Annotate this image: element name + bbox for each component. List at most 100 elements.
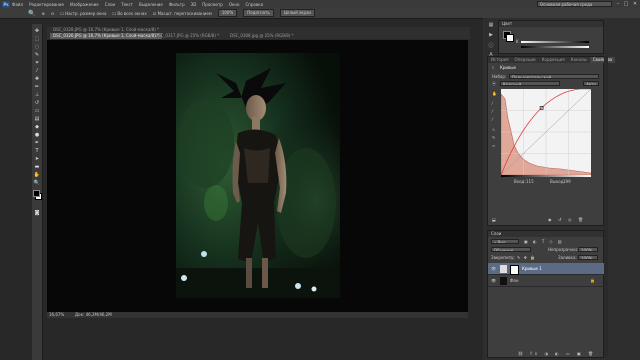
input-value[interactable]: 115 <box>526 179 534 184</box>
zoom-level[interactable]: 16,67% <box>49 312 64 318</box>
zoom-tool-icon-2[interactable]: 🔍 <box>33 180 41 187</box>
minimize-button[interactable]: – <box>614 0 622 8</box>
zoom-in-icon[interactable]: ⊕ <box>41 11 44 16</box>
zoom-tool-icon[interactable]: 🔍 <box>28 10 35 17</box>
gray-point-eyedropper-icon[interactable]: ⁄ <box>492 109 493 114</box>
color-slider[interactable] <box>521 41 589 43</box>
menu-3d[interactable]: 3D <box>191 2 197 7</box>
layer-filter-select[interactable]: ⌕ Вид <box>491 239 519 244</box>
menu-edit[interactable]: Редактирование <box>29 2 64 7</box>
layer-name[interactable]: Кривые 1 <box>522 266 542 271</box>
zoom-out-icon[interactable]: ⊖ <box>51 11 54 16</box>
photo[interactable] <box>176 53 340 298</box>
scrubby-zoom-option[interactable]: ☑ Масшт. перетаскиванием <box>153 11 212 16</box>
auto-button[interactable]: Авто <box>583 81 599 86</box>
view-previous-icon[interactable]: ◉ <box>548 217 552 222</box>
actions-panel-icon[interactable]: ▶ <box>487 32 495 40</box>
type-tool-icon[interactable]: T <box>33 148 41 155</box>
blend-mode-select[interactable]: Обычные <box>491 247 531 252</box>
layer-filter-icons[interactable]: ▣ ◐ T ◇ ▧ <box>524 239 564 244</box>
marquee-tool-icon[interactable]: ⬚ <box>33 36 41 43</box>
stamp-tool-icon[interactable]: ⊥ <box>33 92 41 99</box>
color-panel-tab[interactable]: Цвет <box>499 21 603 27</box>
resize-windows-option[interactable]: ☐ Настр. размер окна <box>60 11 106 16</box>
menu-view[interactable]: Просмотр <box>202 2 223 7</box>
actual-pixels-button[interactable]: 100% <box>217 9 238 17</box>
layer-mask-thumbnail[interactable] <box>510 265 519 275</box>
doc-tab-4[interactable]: DSC_0308.jpg @ 25% (RGB/8) * <box>227 33 297 39</box>
menu-filter[interactable]: Фильтр <box>169 2 185 7</box>
menu-window[interactable]: Окно <box>229 2 240 7</box>
eraser-tool-icon[interactable]: ▭ <box>33 108 41 115</box>
menu-type[interactable]: Текст <box>121 2 133 7</box>
eyedropper-tool-icon[interactable]: ⁄ <box>33 68 41 75</box>
dodge-tool-icon[interactable]: ● <box>33 132 41 139</box>
quick-select-tool-icon[interactable]: ✎ <box>33 52 41 59</box>
color-ramp[interactable] <box>521 46 589 48</box>
reset-icon[interactable]: ↺ <box>558 217 561 222</box>
black-point-eyedropper-icon[interactable]: ⁄ <box>492 101 493 106</box>
info-panel-icon[interactable]: ⓘ <box>487 42 495 50</box>
opacity-input[interactable]: 100% <box>578 247 598 252</box>
layers-panel-tab[interactable]: Слои <box>488 231 603 237</box>
tab-properties[interactable]: Свойства <box>589 57 616 63</box>
preset-select[interactable]: Пользовательский <box>509 74 599 79</box>
background-swatch[interactable] <box>506 34 514 42</box>
visibility-eye-icon[interactable]: 👁 <box>491 266 496 271</box>
on-image-adjust-icon[interactable]: ✋ <box>492 91 497 96</box>
layer-filter-kind: Вид <box>497 240 506 244</box>
history-brush-tool-icon[interactable]: ↺ <box>33 100 41 107</box>
workspace-select[interactable]: Основная рабочая среда <box>537 1 612 7</box>
doc-tab-3[interactable]: DSC_0317.JPG @ 25% (RGB/8) * <box>152 33 222 39</box>
menu-layers[interactable]: Слои <box>105 2 115 7</box>
maximize-button[interactable]: □ <box>622 0 630 8</box>
layers-bottom-icons[interactable]: ⛓ fx ◑ ◐ ▭ ▣ 🗑 <box>518 351 596 356</box>
menu-select[interactable]: Выделение <box>139 2 163 7</box>
tab-history[interactable]: История <box>488 57 512 63</box>
curve-draw-pencil-icon[interactable]: ✎ <box>492 135 495 140</box>
layer-row-background[interactable]: 👁 Фон 🔒 <box>488 275 608 287</box>
output-value[interactable]: 199 <box>563 179 571 184</box>
all-windows-option[interactable]: ☐ Во всех окнах <box>112 11 146 16</box>
tab-channels[interactable]: Каналы <box>568 57 590 63</box>
doc-size-info[interactable]: Док: 46,2M/46,2M <box>75 312 112 318</box>
menu-image[interactable]: Изображение <box>70 2 99 7</box>
crop-tool-icon[interactable]: ⌗ <box>33 60 41 67</box>
menu-file[interactable]: Файл <box>12 2 23 7</box>
tab-adjustments[interactable]: Коррекция <box>539 57 568 63</box>
curves-graph[interactable] <box>501 89 591 175</box>
lock-icons[interactable]: ⬚ ✎ ✥ 🔒 <box>510 255 536 260</box>
lasso-tool-icon[interactable]: ◌ <box>33 44 41 51</box>
quick-mask-icon[interactable]: ◙ <box>33 210 41 217</box>
white-point-eyedropper-icon[interactable]: ⁄ <box>492 117 493 122</box>
layer-name[interactable]: Фон <box>510 278 519 283</box>
menu-help[interactable]: Справка <box>245 2 263 7</box>
path-select-tool-icon[interactable]: ➤ <box>33 156 41 163</box>
pen-tool-icon[interactable]: ✒ <box>33 140 41 147</box>
blur-tool-icon[interactable]: ◆ <box>33 124 41 131</box>
doc-tab-2[interactable]: DSC_0326.JPG @ 16,7% (Кривые 1, Слой-мас… <box>50 33 163 39</box>
foreground-background-colors-icon[interactable] <box>33 190 42 200</box>
shape-tool-icon[interactable]: ▬ <box>33 164 41 171</box>
fill-input[interactable]: 100% <box>578 255 598 260</box>
visibility-icon[interactable]: ◎ <box>568 217 572 222</box>
curve-edit-points-icon[interactable]: ∿ <box>492 127 495 132</box>
clip-to-layer-icon[interactable]: ⬓ <box>492 217 496 222</box>
visibility-eye-icon[interactable]: 👁 <box>491 278 496 283</box>
brush-tool-icon[interactable]: ✏ <box>33 84 41 91</box>
move-tool-icon[interactable]: ✥ <box>33 28 41 35</box>
close-button[interactable]: ✕ <box>631 0 639 8</box>
channel-select[interactable]: Красный <box>500 81 560 86</box>
fit-screen-button[interactable]: Подогнать <box>243 9 274 17</box>
healing-tool-icon[interactable]: ✚ <box>33 76 41 83</box>
history-panel-icon[interactable]: ▦ <box>487 22 495 30</box>
scrubby-zoom-label: Масшт. перетаскиванием <box>157 10 212 16</box>
layer-row-curves[interactable]: 👁 Кривые 1 <box>488 263 608 275</box>
gradient-tool-icon[interactable]: ▤ <box>33 116 41 123</box>
smooth-curve-icon[interactable]: ≈ <box>492 143 495 148</box>
delete-adjustment-icon[interactable]: 🗑 <box>578 217 583 222</box>
fill-screen-button[interactable]: Целый экран <box>279 9 316 17</box>
dock-scrollbar[interactable] <box>604 56 608 356</box>
hand-tool-icon[interactable]: ✋ <box>33 172 41 179</box>
tab-actions[interactable]: Операции <box>512 57 539 63</box>
